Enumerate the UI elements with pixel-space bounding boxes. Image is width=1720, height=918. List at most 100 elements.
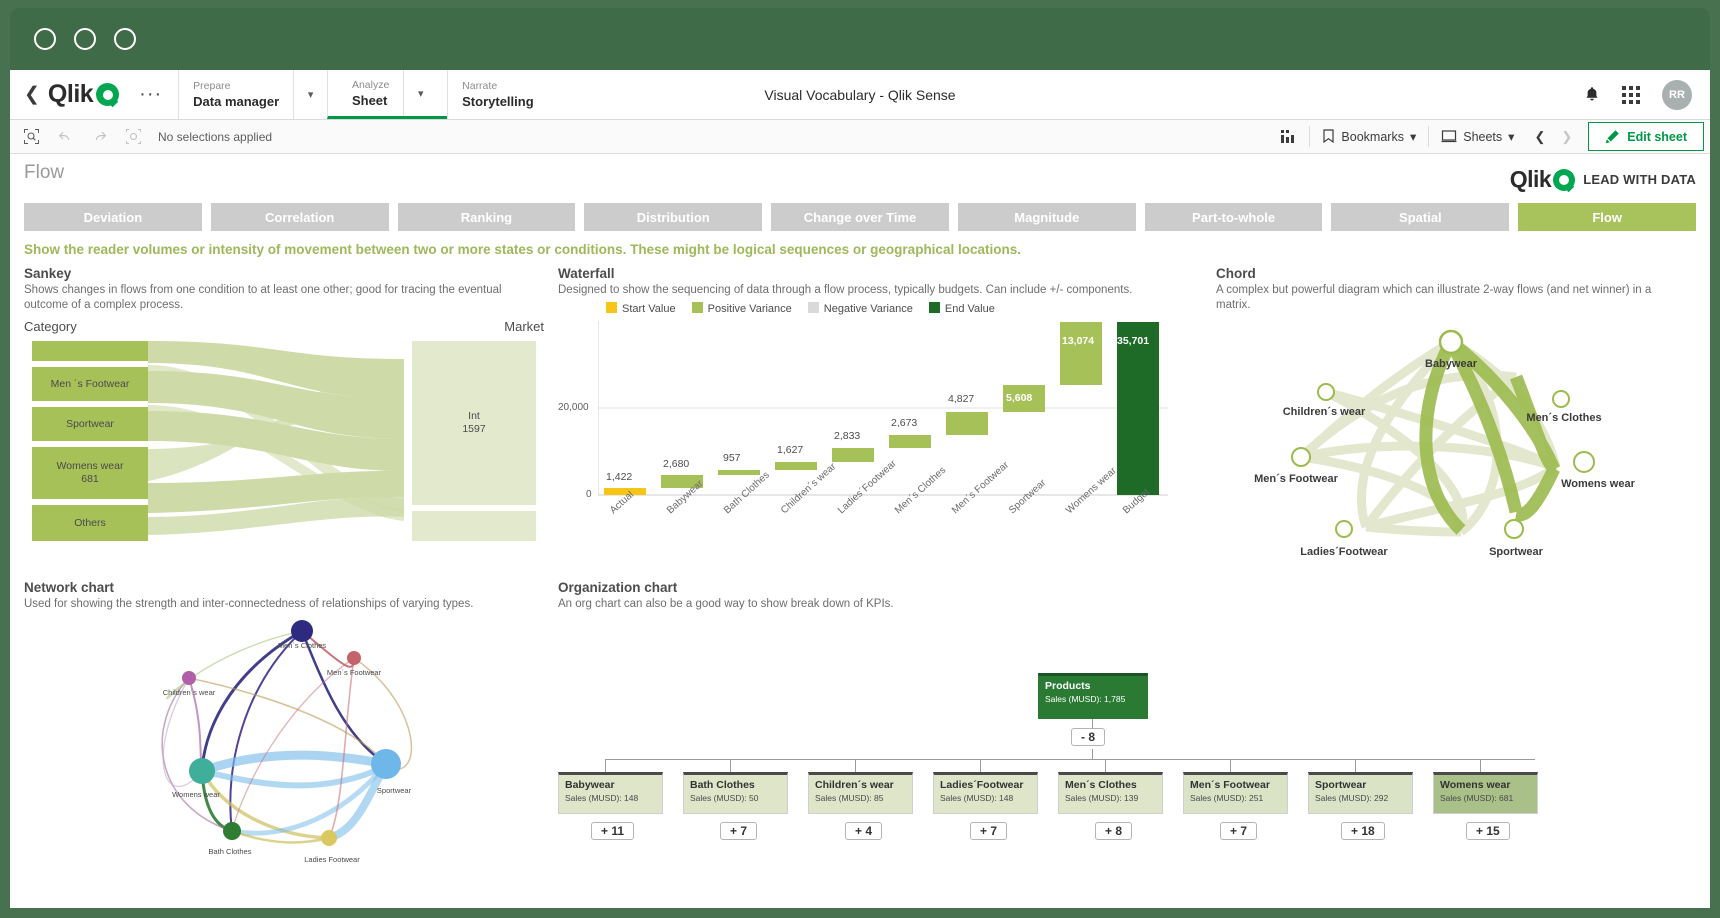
chord-node-mens-clothes[interactable] xyxy=(1552,390,1570,408)
network-chart[interactable]: Men´s Clothes Men´s Footwear Children´s … xyxy=(24,616,544,876)
org-node-sportwear[interactable]: Sportwear Sales (MUSD): 292 xyxy=(1308,772,1413,814)
waterfall-bar-bath-clothes[interactable] xyxy=(718,470,760,475)
sankey-node-2[interactable]: Sportwear xyxy=(32,407,148,441)
waterfall-ytick-20000: 20,000 xyxy=(558,402,589,413)
sankey-node-4[interactable]: Others xyxy=(32,505,148,541)
app-grid-icon[interactable] xyxy=(1622,85,1640,104)
waterfall-title: Waterfall xyxy=(558,266,615,281)
chord-node-sportwear[interactable] xyxy=(1504,519,1524,539)
org-node-childrens-wear[interactable]: Children´s wear Sales (MUSD): 85 xyxy=(808,772,913,814)
tab-part-to-whole[interactable]: Part-to-whole xyxy=(1144,203,1323,231)
close-button[interactable] xyxy=(114,28,136,50)
org-chart[interactable]: Products Sales (MUSD): 1,785 - 8 Babywea… xyxy=(558,618,1696,840)
sankey-node-right-0-value: 1597 xyxy=(462,423,486,435)
tab-deviation[interactable]: Deviation xyxy=(24,203,202,231)
step-back-icon[interactable] xyxy=(56,128,74,146)
sheets-button[interactable]: Sheets ▾ xyxy=(1429,120,1526,153)
org-node-womens-wear[interactable]: Womens wear Sales (MUSD): 681 xyxy=(1433,772,1538,814)
brand-tagline: LEAD WITH DATA xyxy=(1583,172,1696,187)
chord-chart[interactable]: Babywear Children´s wear Men´s Clothes M… xyxy=(1216,317,1686,572)
network-node-childrens-wear[interactable] xyxy=(182,671,196,685)
sankey-node-1[interactable]: Men ´s Footwear xyxy=(32,367,148,401)
org-node-babywear-label: Babywear xyxy=(565,779,615,791)
bookmarks-button[interactable]: Bookmarks ▾ xyxy=(1310,120,1428,153)
tab-correlation[interactable]: Correlation xyxy=(210,203,389,231)
org-node-womens-wear-label: Womens wear xyxy=(1440,779,1511,791)
chevron-down-icon-sheets[interactable]: ▾ xyxy=(1508,129,1514,144)
waterfall-bar-mens-clothes[interactable] xyxy=(889,435,931,448)
window-controls[interactable] xyxy=(34,28,136,50)
chord-node-babywear[interactable] xyxy=(1438,329,1464,355)
org-node-ladies-footwear[interactable]: Ladies´Footwear Sales (MUSD): 148 xyxy=(933,772,1038,814)
chord-node-womens-wear[interactable] xyxy=(1573,451,1595,473)
sankey-axis-labels: Category Market xyxy=(24,319,544,334)
sankey-node-3[interactable]: Womens wear 681 xyxy=(32,447,148,499)
waterfall-label-babywear: 2,680 xyxy=(663,458,690,470)
maximize-button[interactable] xyxy=(74,28,96,50)
chevron-down-icon-prepare[interactable]: ▾ xyxy=(293,70,327,119)
legend-item-positive-variance[interactable]: Positive Variance xyxy=(691,302,792,315)
org-node-mens-clothes[interactable]: Men´s Clothes Sales (MUSD): 139 xyxy=(1058,772,1163,814)
nav-kicker-narrate: Narrate xyxy=(462,80,498,92)
org-node-sportwear-metric: Sales (MUSD): 292 xyxy=(1315,793,1389,803)
sheet-thumbnails-icon[interactable] xyxy=(1268,120,1309,153)
minimize-button[interactable] xyxy=(34,28,56,50)
chevron-down-icon-bookmarks[interactable]: ▾ xyxy=(1410,129,1416,144)
avatar[interactable]: RR xyxy=(1662,79,1692,110)
sankey-node-right-1[interactable] xyxy=(412,511,536,541)
waterfall-bar-budget[interactable] xyxy=(1117,322,1159,495)
legend-item-end-value[interactable]: End Value xyxy=(928,302,995,315)
qlik-logo[interactable]: Qlik xyxy=(48,70,123,119)
org-node-mens-footwear[interactable]: Men´s Footwear Sales (MUSD): 251 xyxy=(1183,772,1288,814)
network-label-mens-footwear: Men´s Footwear xyxy=(327,668,382,677)
network-node-mens-footwear[interactable] xyxy=(347,651,361,665)
sankey-node-0[interactable] xyxy=(32,341,148,361)
waterfall-bar-womens-wear[interactable] xyxy=(1060,322,1102,385)
org-node-mens-footwear-metric: Sales (MUSD): 251 xyxy=(1190,793,1264,803)
nav-item-narrate[interactable]: Narrate Storytelling xyxy=(447,70,567,119)
previous-sheet-button[interactable]: ❮ xyxy=(1526,120,1553,153)
sankey-node-right-0[interactable]: Int 1597 xyxy=(412,341,536,505)
org-node-babywear[interactable]: Babywear Sales (MUSD): 148 xyxy=(558,772,663,814)
chord-node-mens-footwear[interactable] xyxy=(1291,447,1311,467)
org-badge-babywear: + 11 xyxy=(591,822,635,840)
org-node-bath-clothes[interactable]: Bath Clothes Sales (MUSD): 50 xyxy=(683,772,788,814)
org-connector xyxy=(605,759,606,772)
edit-sheet-label: Edit sheet xyxy=(1627,129,1687,144)
waterfall-legend: Start Value Positive Variance Negative V… xyxy=(558,302,1198,315)
next-sheet-button[interactable]: ❯ xyxy=(1553,120,1580,153)
network-node-mens-clothes[interactable] xyxy=(291,620,313,642)
notifications-bell-icon[interactable] xyxy=(1584,86,1600,103)
tab-distribution[interactable]: Distribution xyxy=(584,203,763,231)
waterfall-ytick-0: 0 xyxy=(586,489,592,500)
network-node-sportwear[interactable] xyxy=(371,749,401,779)
network-node-ladies-footwear[interactable] xyxy=(321,830,337,846)
chord-node-childrens-wear[interactable] xyxy=(1317,383,1335,401)
nav-item-analyze[interactable]: Analyze Sheet ▾ xyxy=(327,70,448,119)
network-node-womens-wear[interactable] xyxy=(189,758,215,784)
overflow-menu-icon[interactable]: ··· xyxy=(123,70,178,119)
topnav-actions: RR xyxy=(1584,70,1710,119)
tab-change-over-time[interactable]: Change over Time xyxy=(771,203,949,231)
chevron-down-icon-analyze[interactable]: ▾ xyxy=(403,70,437,116)
tab-ranking[interactable]: Ranking xyxy=(397,203,576,231)
waterfall-bar-ladies-footwear[interactable] xyxy=(832,448,874,462)
waterfall-label-childrens-wear: 1,627 xyxy=(777,444,804,456)
tab-magnitude[interactable]: Magnitude xyxy=(957,203,1136,231)
clear-selections-icon[interactable] xyxy=(124,128,142,146)
waterfall-bar-mens-footwear[interactable] xyxy=(946,412,988,435)
tab-flow[interactable]: Flow xyxy=(1518,203,1697,231)
legend-item-negative-variance[interactable]: Negative Variance xyxy=(807,302,913,315)
step-forward-icon[interactable] xyxy=(90,128,108,146)
network-node-bath-clothes[interactable] xyxy=(223,822,241,840)
chord-node-ladies-footwear[interactable] xyxy=(1335,520,1353,538)
edit-sheet-button[interactable]: Edit sheet xyxy=(1588,122,1704,151)
org-node-products[interactable]: Products Sales (MUSD): 1,785 xyxy=(1038,673,1148,719)
selection-search-icon[interactable] xyxy=(22,128,40,146)
waterfall-bar-childrens-wear[interactable] xyxy=(775,462,817,470)
sankey-chart[interactable]: Category Market Men ´s Footwear Sportwea… xyxy=(24,319,544,541)
tab-spatial[interactable]: Spatial xyxy=(1331,203,1510,231)
nav-item-prepare[interactable]: Prepare Data manager ▾ xyxy=(178,70,327,119)
back-chevron-icon[interactable]: ❮ xyxy=(10,70,48,119)
legend-item-start-value[interactable]: Start Value xyxy=(606,302,676,315)
